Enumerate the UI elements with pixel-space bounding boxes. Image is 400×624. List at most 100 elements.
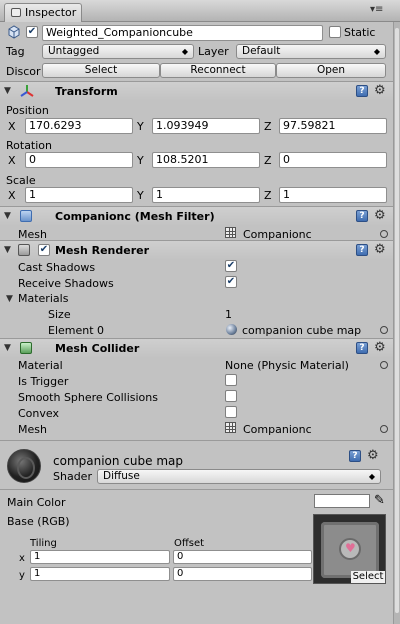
gear-icon[interactable]: ⚙ xyxy=(374,242,386,257)
position-x-field[interactable]: 170.6293 xyxy=(25,118,133,134)
position-label: Position xyxy=(6,104,49,117)
fold-arrow-icon[interactable]: ▼ xyxy=(4,211,11,221)
row-x-label: x xyxy=(19,553,25,564)
fold-arrow-icon[interactable]: ▼ xyxy=(4,343,11,353)
help-icon[interactable]: ? xyxy=(356,85,368,97)
tiling-label: Tiling xyxy=(30,538,57,549)
help-icon[interactable]: ? xyxy=(349,450,361,462)
gear-icon[interactable]: ⚙ xyxy=(374,340,386,355)
scale-y-field[interactable]: 1 xyxy=(152,187,260,203)
tiling-y-field[interactable]: 1 xyxy=(30,567,170,581)
texture-select-button[interactable]: Select xyxy=(351,571,385,583)
fold-arrow-icon[interactable]: ▼ xyxy=(4,86,11,96)
material-sphere-icon xyxy=(226,324,237,335)
cast-shadows-checkbox[interactable]: ✔ xyxy=(225,260,237,272)
position-z-field[interactable]: 97.59821 xyxy=(279,118,387,134)
mesh-collider-icon xyxy=(20,342,32,354)
mesh-collider-header[interactable]: ▼ Mesh Collider ? ⚙ xyxy=(0,338,393,358)
scale-z-field[interactable]: 1 xyxy=(279,187,387,203)
dropdown-arrow-icon: ◆ xyxy=(368,472,375,481)
dropdown-arrow-icon: ◆ xyxy=(373,47,380,56)
material-preview xyxy=(7,449,41,483)
tag-value: Untagged xyxy=(48,45,100,57)
axis-x-label: X xyxy=(8,120,16,133)
cube-center-circle: ♥ xyxy=(339,538,361,560)
rotation-z-field[interactable]: 0 xyxy=(279,152,387,168)
receive-shadows-checkbox[interactable]: ✔ xyxy=(225,276,237,288)
scale-x-field[interactable]: 1 xyxy=(25,187,133,203)
convex-checkbox[interactable] xyxy=(225,406,237,418)
mesh-filter-header[interactable]: ▼ Companionc (Mesh Filter) ? ⚙ xyxy=(0,206,393,226)
rotation-label: Rotation xyxy=(6,139,53,152)
tag-dropdown[interactable]: Untagged ◆ xyxy=(42,44,194,59)
mesh-renderer-enabled-checkbox[interactable]: ✔ xyxy=(38,244,50,256)
object-name-field[interactable]: Weighted_Companioncube xyxy=(42,25,323,41)
axis-x-label: X xyxy=(8,154,16,167)
physic-material-value[interactable]: None (Physic Material) xyxy=(225,359,349,372)
materials-label: Materials xyxy=(18,292,69,305)
mesh-filter-title: Companionc (Mesh Filter) xyxy=(55,210,215,223)
tiling-x-field[interactable]: 1 xyxy=(30,550,170,564)
collider-mesh-value[interactable]: Companionc xyxy=(243,423,312,436)
object-picker-icon[interactable] xyxy=(380,326,388,334)
offset-y-field[interactable]: 0 xyxy=(173,567,312,581)
gear-icon[interactable]: ⚙ xyxy=(367,448,379,463)
prefab-select-button[interactable]: Select xyxy=(42,63,160,78)
check-icon: ✔ xyxy=(226,260,236,271)
help-icon[interactable]: ? xyxy=(356,342,368,354)
offset-label: Offset xyxy=(174,538,205,549)
gear-icon[interactable]: ⚙ xyxy=(374,83,386,98)
rotation-x-field[interactable]: 0 xyxy=(25,152,133,168)
scrollbar-thumb[interactable] xyxy=(395,28,399,613)
axis-z-label: Z xyxy=(264,189,272,202)
layer-dropdown[interactable]: Default ◆ xyxy=(236,44,386,59)
material-name: companion cube map xyxy=(53,454,183,468)
smooth-sphere-collisions-label: Smooth Sphere Collisions xyxy=(18,391,158,404)
row-y-label: y xyxy=(19,570,25,581)
base-texture-slot[interactable]: ♥ Select xyxy=(313,514,386,584)
axis-z-label: Z xyxy=(264,120,272,133)
tab-inspector[interactable]: Inspector xyxy=(4,3,82,22)
element0-label: Element 0 xyxy=(48,324,105,337)
axis-x-label: X xyxy=(8,189,16,202)
mesh-asset-icon xyxy=(225,422,236,433)
mesh-filter-icon xyxy=(20,210,32,222)
transform-header[interactable]: ▼ Transform ? ⚙ xyxy=(0,81,393,101)
object-active-checkbox[interactable]: ✔ xyxy=(26,26,38,38)
section-divider xyxy=(0,489,393,490)
material-label: Material xyxy=(18,359,63,372)
shader-label: Shader xyxy=(53,470,92,483)
inspector-icon xyxy=(11,8,21,17)
tag-label: Tag xyxy=(6,45,25,58)
offset-x-field[interactable]: 0 xyxy=(173,550,312,564)
prefab-reconnect-button[interactable]: Reconnect xyxy=(160,63,276,78)
smooth-sphere-collisions-checkbox[interactable] xyxy=(225,390,237,402)
scale-label: Scale xyxy=(6,174,36,187)
main-color-label: Main Color xyxy=(7,496,66,509)
heart-icon: ♥ xyxy=(345,541,356,555)
help-icon[interactable]: ? xyxy=(356,210,368,222)
mesh-renderer-header[interactable]: ▼ ✔ Mesh Renderer ? ⚙ xyxy=(0,240,393,260)
is-trigger-checkbox[interactable] xyxy=(225,374,237,386)
element0-value[interactable]: companion cube map xyxy=(242,324,361,337)
gear-icon[interactable]: ⚙ xyxy=(374,208,386,223)
object-picker-icon[interactable] xyxy=(380,425,388,433)
convex-label: Convex xyxy=(18,407,59,420)
object-picker-icon[interactable] xyxy=(380,361,388,369)
shader-dropdown[interactable]: Diffuse ◆ xyxy=(97,469,381,484)
panel-menu-icon[interactable]: ▾≡ xyxy=(370,4,383,15)
position-y-field[interactable]: 1.093949 xyxy=(152,118,260,134)
rotation-y-field[interactable]: 108.5201 xyxy=(152,152,260,168)
fold-arrow-icon[interactable]: ▼ xyxy=(4,245,11,255)
cast-shadows-label: Cast Shadows xyxy=(18,261,96,274)
check-icon: ✔ xyxy=(39,244,49,255)
eyedropper-icon[interactable]: ✎ xyxy=(374,493,385,508)
prefab-open-button[interactable]: Open xyxy=(276,63,386,78)
scrollbar[interactable] xyxy=(393,22,400,624)
help-icon[interactable]: ? xyxy=(356,244,368,256)
main-color-swatch[interactable] xyxy=(314,494,370,508)
object-picker-icon[interactable] xyxy=(380,230,388,238)
materials-fold-icon[interactable]: ▼ xyxy=(6,294,13,304)
size-value[interactable]: 1 xyxy=(225,308,232,321)
static-checkbox[interactable] xyxy=(329,26,341,38)
